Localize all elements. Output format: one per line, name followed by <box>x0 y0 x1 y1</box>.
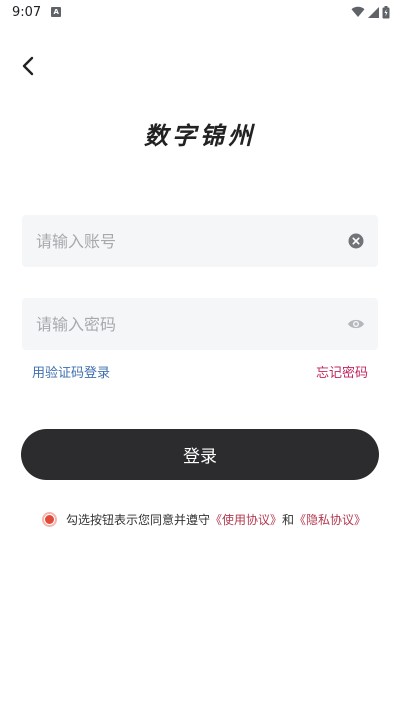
status-bar: 9:07 A <box>0 0 400 24</box>
agreement-row: 勾选按钮表示您同意并遵守 《使用协议》 和 《隐私协议》 <box>42 511 366 528</box>
agree-radio-button[interactable] <box>42 512 57 527</box>
status-left: 9:07 A <box>12 4 62 20</box>
login-button[interactable]: 登录 <box>21 429 379 480</box>
agreement-and: 和 <box>282 513 295 527</box>
forgot-password-link[interactable]: 忘记密码 <box>316 362 368 381</box>
status-right <box>351 5 390 19</box>
status-time: 9:07 <box>12 4 42 20</box>
chevron-left-icon <box>21 56 35 80</box>
back-button[interactable] <box>14 54 42 82</box>
eye-icon[interactable] <box>346 314 366 334</box>
radio-dot-icon <box>45 515 54 524</box>
clear-circle-icon[interactable] <box>346 231 366 251</box>
privacy-link[interactable]: 《隐私协议》 <box>294 511 366 528</box>
battery-icon <box>382 5 390 19</box>
sms-login-link[interactable]: 用验证码登录 <box>32 362 110 381</box>
account-field[interactable] <box>22 215 378 267</box>
app-title: 数字锦州 <box>144 121 256 150</box>
cell-signal-icon <box>368 6 379 18</box>
account-input[interactable] <box>36 231 346 251</box>
terms-link[interactable]: 《使用协议》 <box>210 511 282 528</box>
password-field[interactable] <box>22 298 378 350</box>
password-input[interactable] <box>36 314 346 334</box>
wifi-icon <box>351 6 365 18</box>
notification-icon: A <box>51 7 62 17</box>
agreement-text: 勾选按钮表示您同意并遵守 <box>66 513 211 527</box>
